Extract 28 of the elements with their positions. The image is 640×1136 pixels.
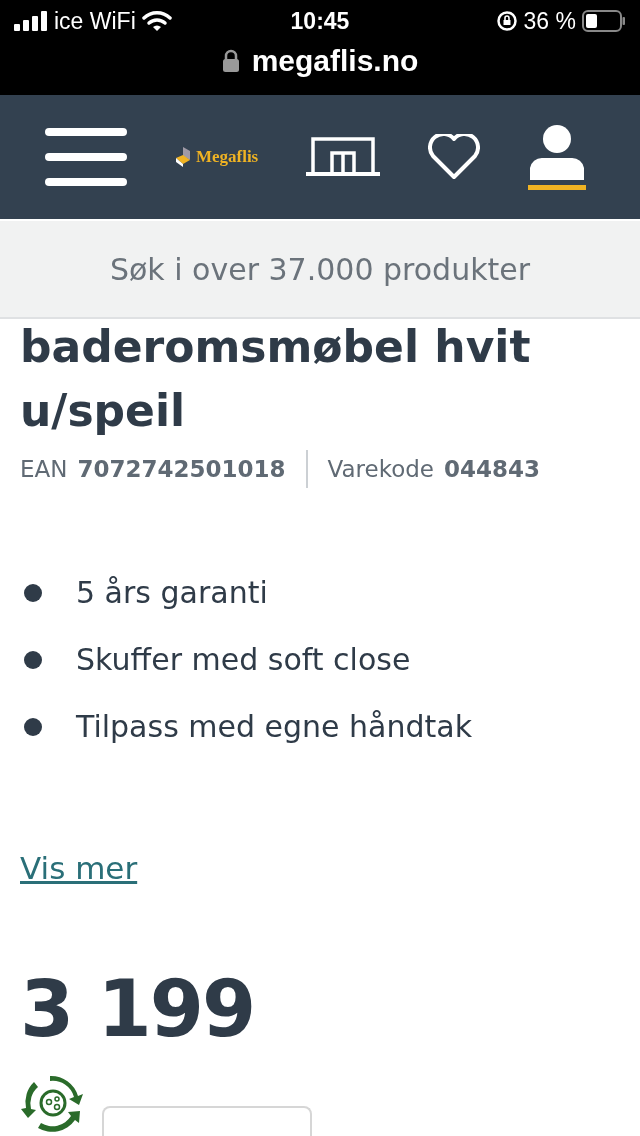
bullet-icon [24,650,42,669]
wifi-icon [141,10,172,32]
show-more-link[interactable]: Vis mer [20,850,138,886]
feature-text: 5 års garanti [76,575,268,610]
carrier-label: ice WiFi [54,7,136,35]
ean-label: EAN [20,456,68,482]
lock-icon [221,49,240,73]
signal-icon [14,11,48,31]
search-field[interactable]: Søk i over 37.000 produkter [0,221,640,319]
menu-icon[interactable] [45,128,127,186]
bullet-icon [24,583,42,602]
feature-text: Skuffer med soft close [76,642,411,677]
product-price: 3 199 [20,964,256,1054]
ean-number: 7072742501018 [77,456,286,482]
item-code-label: Varekode [327,456,434,482]
bullet-icon [24,717,42,736]
feature-text: Tilpass med egne håndtak [76,709,473,744]
heart-icon[interactable] [428,134,481,180]
store-icon[interactable] [306,137,381,177]
address-url[interactable]: megaflis.no [251,44,419,78]
item-code-number: 044843 [444,456,541,482]
product-title: baderomsmøbel hvit u/speil [20,320,532,438]
site-logo[interactable]: Megaflis [174,147,259,167]
battery-percent: 36 % [523,7,576,35]
clock-time: 10:45 [290,7,350,35]
account-icon[interactable] [527,124,586,190]
rotation-lock-icon [495,10,518,32]
battery-icon [582,10,626,32]
